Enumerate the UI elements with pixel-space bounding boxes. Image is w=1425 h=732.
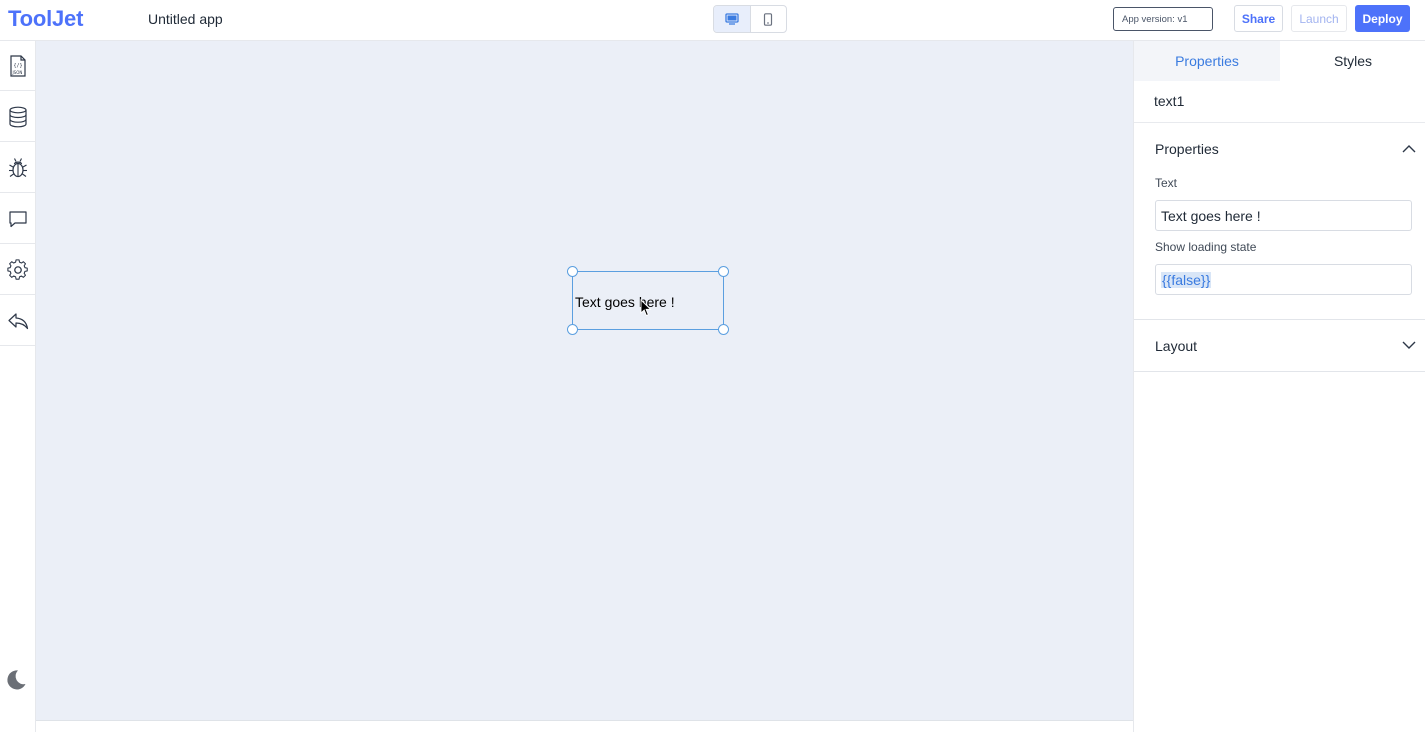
resize-handle-top-right[interactable] bbox=[718, 266, 729, 277]
top-header: ToolJet Untitled app App version: v1 Sha… bbox=[0, 0, 1425, 41]
tab-properties[interactable]: Properties bbox=[1134, 41, 1280, 81]
canvas-bottom-bar bbox=[36, 720, 1133, 732]
resize-handle-top-left[interactable] bbox=[567, 266, 578, 277]
chevron-down-icon[interactable] bbox=[1402, 341, 1416, 350]
mouse-cursor-icon bbox=[640, 299, 652, 317]
loading-state-label: Show loading state bbox=[1155, 240, 1257, 254]
properties-section: Properties Text Text goes here ! Show lo… bbox=[1134, 122, 1425, 320]
sidebar-item-datasources[interactable] bbox=[0, 92, 35, 142]
device-toggle bbox=[713, 5, 787, 33]
chevron-up-icon[interactable] bbox=[1402, 144, 1416, 153]
layout-section-title[interactable]: Layout bbox=[1155, 338, 1197, 354]
inspector-tabs: Properties Styles bbox=[1134, 41, 1425, 81]
desktop-view-button[interactable] bbox=[714, 6, 750, 32]
loading-state-value: {{false}} bbox=[1161, 272, 1212, 288]
launch-button[interactable]: Launch bbox=[1291, 5, 1347, 32]
moon-icon[interactable] bbox=[4, 668, 28, 692]
gear-icon bbox=[6, 258, 28, 280]
svg-text:{/}: {/} bbox=[13, 63, 22, 69]
tooljet-logo[interactable]: ToolJet bbox=[8, 6, 83, 32]
share-button[interactable]: Share bbox=[1234, 5, 1283, 32]
resize-handle-bottom-right[interactable] bbox=[718, 324, 729, 335]
mobile-view-button[interactable] bbox=[749, 6, 786, 32]
app-version-select[interactable]: App version: v1 bbox=[1113, 7, 1213, 31]
left-sidebar: {/} JSON bbox=[0, 41, 36, 732]
text-input[interactable]: Text goes here ! bbox=[1155, 200, 1412, 231]
desktop-icon bbox=[725, 13, 739, 25]
json-file-icon: {/} JSON bbox=[9, 54, 26, 77]
sidebar-item-json[interactable]: {/} JSON bbox=[0, 41, 35, 91]
sidebar-item-back[interactable] bbox=[0, 296, 35, 346]
text-field-label: Text bbox=[1155, 176, 1178, 190]
inspector-panel: Properties Styles text1 Properties Text … bbox=[1133, 41, 1425, 732]
sidebar-item-debugger[interactable] bbox=[0, 143, 35, 193]
bug-icon bbox=[8, 157, 27, 177]
comment-icon bbox=[8, 210, 27, 227]
component-name[interactable]: text1 bbox=[1154, 93, 1184, 109]
resize-handle-bottom-left[interactable] bbox=[567, 324, 578, 335]
sidebar-item-settings[interactable] bbox=[0, 245, 35, 295]
reply-back-icon bbox=[7, 312, 28, 329]
sidebar-item-comments[interactable] bbox=[0, 194, 35, 244]
app-canvas[interactable]: Text goes here ! bbox=[36, 41, 1133, 720]
text-widget-content: Text goes here ! bbox=[575, 294, 675, 310]
mobile-icon bbox=[764, 12, 773, 26]
svg-text:JSON: JSON bbox=[11, 70, 22, 75]
app-name[interactable]: Untitled app bbox=[148, 11, 223, 27]
layout-section: Layout bbox=[1134, 320, 1425, 372]
tab-styles[interactable]: Styles bbox=[1280, 41, 1425, 81]
properties-section-title[interactable]: Properties bbox=[1155, 141, 1219, 157]
database-icon bbox=[8, 106, 27, 127]
deploy-button[interactable]: Deploy bbox=[1355, 5, 1410, 32]
loading-state-input[interactable]: {{false}} bbox=[1155, 264, 1412, 295]
